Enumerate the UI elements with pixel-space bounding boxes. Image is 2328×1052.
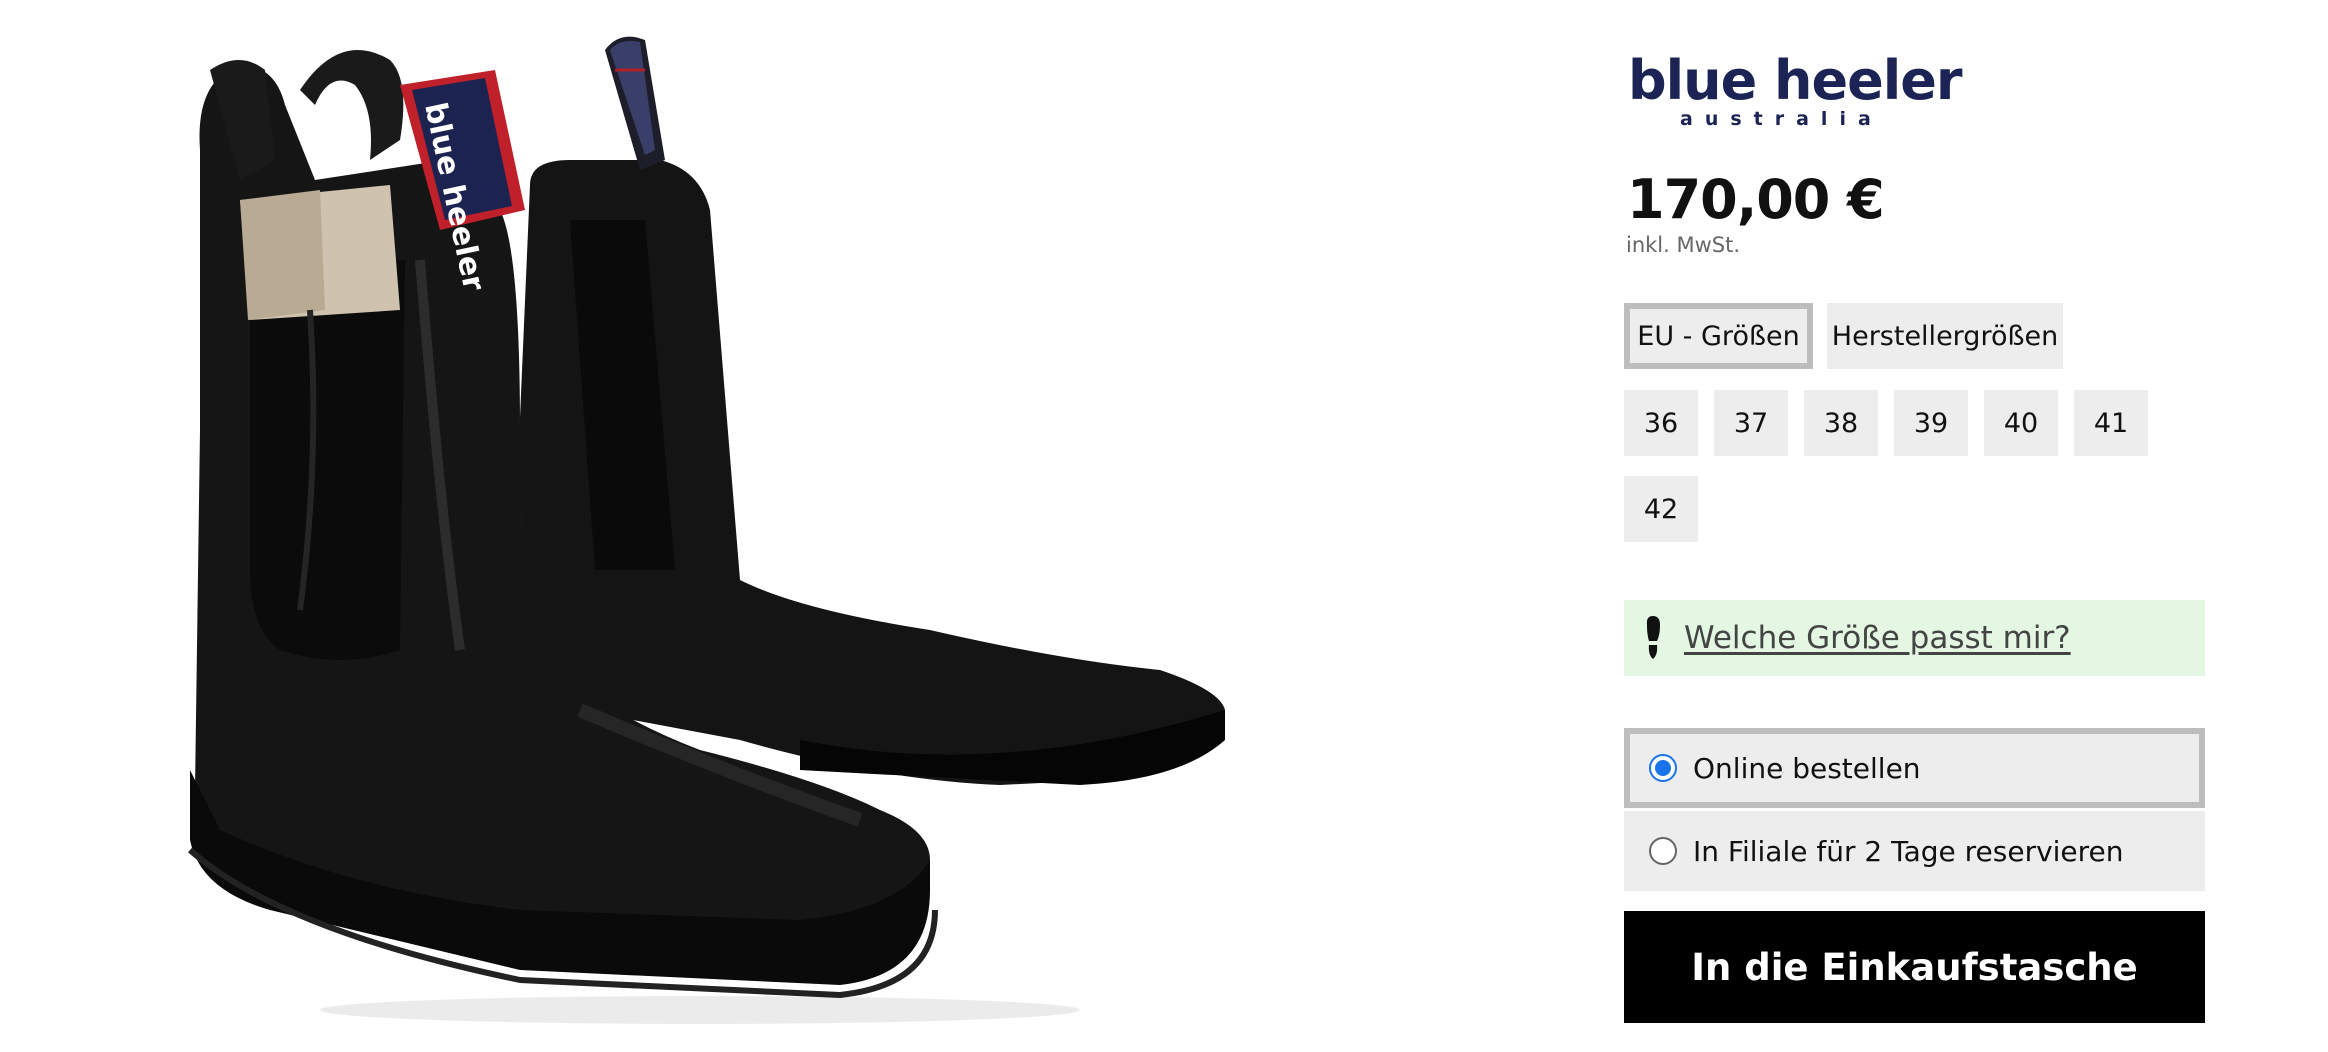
- delivery-store-label: In Filiale für 2 Tage reservieren: [1693, 834, 2124, 868]
- size-help-banner[interactable]: Welche Größe passt mir?: [1624, 600, 2205, 676]
- eu-sizes-tab[interactable]: EU - Größen: [1624, 303, 1813, 369]
- delivery-online-label: Online bestellen: [1693, 751, 1921, 785]
- back-boot: [510, 36, 1225, 785]
- size-button-42[interactable]: 42: [1624, 476, 1698, 542]
- product-price: 170,00 €: [1627, 168, 1885, 231]
- size-button-37[interactable]: 37: [1714, 390, 1788, 456]
- size-button-40[interactable]: 40: [1984, 390, 2058, 456]
- size-button-41[interactable]: 41: [2074, 390, 2148, 456]
- brand-name: blue heeler: [1628, 49, 1962, 112]
- product-image: blue heeler: [100, 10, 1260, 1040]
- tax-note: inkl. MwSt.: [1626, 233, 1741, 257]
- add-to-bag-button[interactable]: In die Einkaufstasche: [1624, 911, 2205, 1023]
- size-button-38[interactable]: 38: [1804, 390, 1878, 456]
- radio-online[interactable]: [1649, 754, 1677, 782]
- radio-store[interactable]: [1649, 837, 1677, 865]
- manufacturer-sizes-tab[interactable]: Herstellergrößen: [1827, 303, 2063, 369]
- footprint-icon: [1646, 616, 1660, 659]
- brand-logo[interactable]: blue heeler australia: [1628, 49, 1962, 131]
- size-button-39[interactable]: 39: [1894, 390, 1968, 456]
- size-button-36[interactable]: 36: [1624, 390, 1698, 456]
- delivery-option-store[interactable]: In Filiale für 2 Tage reservieren: [1624, 811, 2205, 891]
- size-help-link[interactable]: Welche Größe passt mir?: [1684, 620, 2071, 656]
- delivery-option-online[interactable]: Online bestellen: [1624, 728, 2205, 808]
